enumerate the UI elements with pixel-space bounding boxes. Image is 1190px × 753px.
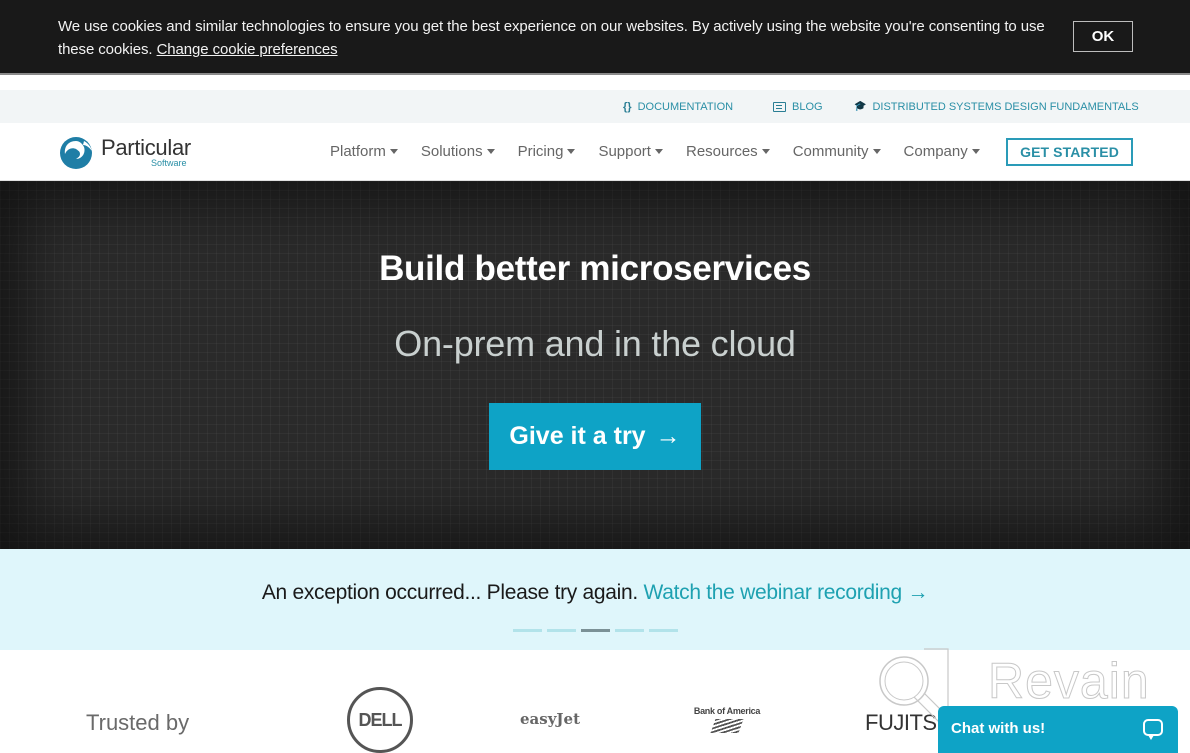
cookie-message: We use cookies and similar technologies … [58, 15, 1058, 61]
arrow-right-icon: → [655, 422, 681, 450]
logo-subtitle: Software [151, 158, 187, 168]
nav-label: Pricing [517, 143, 564, 160]
bank-of-america-flag-icon [710, 719, 744, 733]
chat-bubble-icon [1143, 719, 1163, 740]
main-header: Particular Software Platform Solutions P… [0, 123, 1190, 181]
carousel-indicator-3-active[interactable] [581, 629, 610, 632]
cookie-banner: We use cookies and similar technologies … [0, 0, 1190, 75]
nav-label: Community [792, 143, 869, 160]
hero-section: Build better microservices On-prem and i… [0, 181, 1190, 549]
utility-link-label: DISTRIBUTED SYSTEMS DESIGN FUNDAMENTALS [872, 100, 1139, 113]
chat-label: Chat with us! [951, 720, 1046, 737]
caret-down-icon [654, 149, 663, 154]
announcement-line: An exception occurred... Please try agai… [0, 581, 1190, 605]
caret-down-icon [389, 149, 398, 154]
nav-solutions[interactable]: Solutions [421, 143, 495, 160]
get-started-button[interactable]: GET STARTED [1006, 138, 1133, 166]
nav-label: Solutions [420, 143, 483, 160]
carousel-indicator-2[interactable] [547, 629, 576, 632]
hero-title: Build better microservices [379, 249, 811, 288]
bank-of-america-logo: Bank of America [692, 706, 762, 733]
arrow-right-icon: → [907, 581, 929, 604]
bank-of-america-text: Bank of America [693, 706, 761, 716]
caret-down-icon [761, 149, 770, 154]
chat-widget-button[interactable]: Chat with us! [938, 706, 1178, 753]
carousel-indicator-4[interactable] [615, 629, 644, 632]
announcement-carousel: An exception occurred... Please try agai… [0, 549, 1190, 650]
carousel-indicators [513, 629, 683, 632]
logo[interactable]: Particular Software [58, 135, 198, 171]
particular-logo-icon [60, 137, 92, 169]
caret-down-icon [971, 149, 980, 154]
button-label: Give it a try [509, 422, 646, 450]
utility-link-label: BLOG [792, 100, 823, 113]
utility-link-blog[interactable]: BLOG [773, 90, 823, 123]
webinar-link[interactable]: Watch the webinar recording → [644, 581, 929, 604]
dell-logo: DELL [347, 687, 413, 753]
nav-label: Resources [685, 143, 758, 160]
nav-resources[interactable]: Resources [686, 143, 770, 160]
code-braces-icon: {} [623, 100, 632, 113]
cookie-ok-button[interactable]: OK [1073, 21, 1133, 52]
hero-subtitle: On-prem and in the cloud [394, 323, 796, 364]
nav-pricing[interactable]: Pricing [518, 143, 576, 160]
nav-platform[interactable]: Platform [330, 143, 398, 160]
caret-down-icon [567, 149, 576, 154]
blog-icon [773, 101, 786, 112]
cookie-preferences-link[interactable]: Change cookie preferences [157, 41, 338, 58]
nav-community[interactable]: Community [793, 143, 881, 160]
nav-label: Support [598, 143, 651, 160]
caret-down-icon [872, 149, 881, 154]
give-it-a-try-button[interactable]: Give it a try → [489, 403, 701, 470]
carousel-indicator-5[interactable] [649, 629, 678, 632]
carousel-indicator-1[interactable] [513, 629, 542, 632]
caret-down-icon [486, 149, 495, 154]
nav-company[interactable]: Company [904, 143, 980, 160]
utility-link-dsdf[interactable]: 🎓 DISTRIBUTED SYSTEMS DESIGN FUNDAMENTAL… [854, 90, 1139, 123]
nav-support[interactable]: Support [598, 143, 663, 160]
trusted-by-label: Trusted by [86, 710, 190, 735]
nav-label: Platform [330, 143, 386, 160]
utility-nav: {} DOCUMENTATION BLOG 🎓 DISTRIBUTED SYST… [0, 90, 1190, 123]
announcement-text: An exception occurred... Please try agai… [261, 581, 638, 604]
graduation-cap-icon: 🎓 [854, 101, 867, 112]
nav-label: Company [903, 143, 968, 160]
primary-nav: Platform Solutions Pricing Support Resou… [330, 123, 1003, 180]
webinar-link-label: Watch the webinar recording [643, 581, 903, 604]
utility-link-label: DOCUMENTATION [637, 100, 734, 113]
easyjet-logo: easyJet [520, 710, 580, 728]
utility-link-documentation[interactable]: {} DOCUMENTATION [623, 90, 733, 123]
